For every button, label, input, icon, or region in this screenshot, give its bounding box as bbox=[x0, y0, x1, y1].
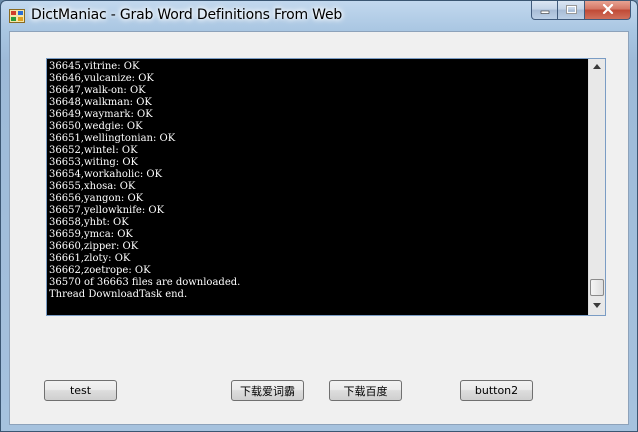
scroll-down-button[interactable] bbox=[589, 298, 605, 315]
log-line: 36651,wellingtonian: OK bbox=[49, 133, 176, 144]
log-line: 36662,zoetrope: OK bbox=[49, 265, 151, 276]
log-line: 36655,xhosa: OK bbox=[49, 181, 136, 192]
log-line: 36658,yhbt: OK bbox=[49, 217, 129, 228]
scrollbar-thumb[interactable] bbox=[590, 279, 604, 296]
dictionary-app-icon[interactable] bbox=[9, 9, 25, 23]
log-line: 36649,waymark: OK bbox=[49, 109, 153, 120]
log-line: 36648,walkman: OK bbox=[49, 97, 152, 108]
log-output[interactable]: 36645,vitrine: OK 36646,vulcanize: OK 3664… bbox=[48, 60, 588, 314]
test-button[interactable]: test bbox=[44, 380, 117, 401]
scroll-up-button[interactable] bbox=[589, 59, 605, 76]
app-window: DictManiac - Grab Word Definitions From … bbox=[0, 0, 638, 432]
log-line: 36652,wintel: OK bbox=[49, 145, 138, 156]
log-line: 36645,vitrine: OK bbox=[49, 61, 140, 72]
minimize-icon bbox=[540, 1, 550, 19]
log-line: 36646,vulcanize: OK bbox=[49, 73, 154, 84]
log-line: 36661,zloty: OK bbox=[49, 253, 131, 264]
maximize-button[interactable] bbox=[558, 1, 585, 20]
scroll-down-arrow-icon bbox=[593, 303, 601, 310]
log-line: 36660,zipper: OK bbox=[49, 241, 139, 252]
log-line: Thread DownloadTask end. bbox=[49, 289, 188, 300]
close-button[interactable] bbox=[585, 1, 631, 20]
title-bar[interactable]: DictManiac - Grab Word Definitions From … bbox=[1, 1, 637, 31]
vertical-scrollbar[interactable] bbox=[588, 59, 605, 315]
log-line: 36653,witing: OK bbox=[49, 157, 139, 168]
minimize-button[interactable] bbox=[531, 1, 558, 20]
scroll-up-arrow-icon bbox=[593, 64, 601, 71]
download-iciba-button[interactable]: 下载爱词霸 bbox=[231, 380, 304, 401]
log-line: 36647,walk-on: OK bbox=[49, 85, 146, 96]
log-line: 36654,workaholic: OK bbox=[49, 169, 163, 180]
close-icon bbox=[602, 1, 614, 19]
log-line: 36650,wedgie: OK bbox=[49, 121, 143, 132]
log-line: 36657,yellowknife: OK bbox=[49, 205, 165, 216]
log-line: 36659,ymca: OK bbox=[49, 229, 133, 240]
log-textbox[interactable]: 36645,vitrine: OK 36646,vulcanize: OK 3664… bbox=[46, 58, 606, 316]
log-line: 36656,yangon: OK bbox=[49, 193, 144, 204]
caption-buttons bbox=[531, 1, 631, 21]
log-line: 36570 of 36663 files are downloaded. bbox=[49, 277, 241, 288]
client-area: 36645,vitrine: OK 36646,vulcanize: OK 3664… bbox=[9, 31, 629, 425]
maximize-icon bbox=[565, 1, 577, 19]
button2-button[interactable]: button2 bbox=[460, 380, 533, 401]
download-baidu-button[interactable]: 下载百度 bbox=[329, 380, 402, 401]
window-title: DictManiac - Grab Word Definitions From … bbox=[31, 7, 343, 23]
